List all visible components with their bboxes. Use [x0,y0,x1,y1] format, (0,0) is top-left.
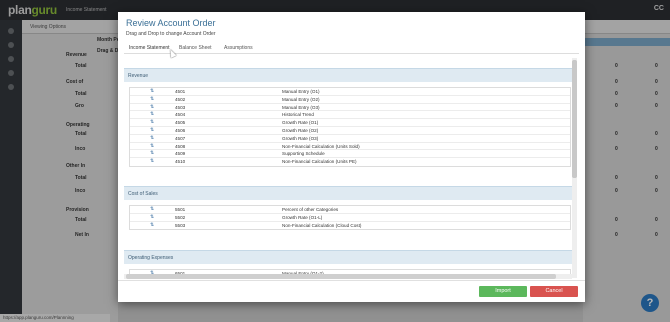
forecast-method: Supporting Schedule [282,151,325,157]
drag-handle-icon[interactable]: ⇅ [150,206,154,213]
account-row[interactable]: ⇅ 4508 Non-Financial Calculation (Units So… [130,143,570,151]
forecast-method: Growth Rate (O1) [282,120,319,126]
horizontal-scrollbar[interactable] [124,274,572,279]
account-code: 4504 [175,112,186,118]
account-row[interactable]: ⇅ 4504 Historical Trend [130,111,570,120]
section-title: Cost of Sales [128,191,158,197]
forecast-method: Historical Trend [282,112,314,118]
drag-handle-icon[interactable]: ⇅ [150,127,154,134]
tab-income-statement[interactable]: Income Statement [129,45,170,51]
forecast-method: Manual Entry (O1) [282,89,320,94]
account-table: ⇅ 4501 Manual Entry (O1) ⇅ 4502 Manual Entry … [129,87,571,167]
drag-handle-icon[interactable]: ⇅ [150,158,154,165]
tab-balance-sheet[interactable]: Balance Sheet [179,45,212,51]
forecast-method: Manual Entry (O3) [282,104,320,110]
account-table: ⇅ 5501 Percent of other Categories ⇅ 5502 Gro… [129,205,571,231]
section-title: Revenue [128,73,149,79]
forecast-method: Growth Rate (O2) [282,127,319,133]
forecast-method: Growth Rate (O1-L) [282,214,323,220]
forecast-method: Non-Financial Calculation (Units Sold) [282,143,360,149]
dialog-title: Review Account Order [126,18,216,28]
account-code: 4510 [175,159,186,165]
account-code: 5503 [175,222,186,228]
vertical-scroll-thumb[interactable] [572,60,577,178]
forecast-method: Manual Entry (O2) [282,96,320,102]
drag-handle-icon[interactable]: ⇅ [150,96,154,103]
account-row[interactable]: ⇅ 5502 Growth Rate (O1-L) [130,214,570,222]
account-code: 5501 [175,207,186,212]
drag-handle-icon[interactable]: ⇅ [150,104,154,111]
account-code: 4506 [175,127,186,133]
account-code: 4509 [175,151,186,157]
account-code: 4508 [175,143,186,149]
account-row[interactable]: ⇅ 5503 Non-Financial Calculation (Cloud Co… [130,222,570,230]
account-row[interactable]: ⇅ 4507 Growth Rate (O3) [130,135,570,143]
section-header: Cost of Sales [124,186,572,200]
drag-handle-icon[interactable]: ⇅ [150,111,154,118]
drag-handle-icon[interactable]: ⇅ [150,143,154,150]
section-title: Operating Expenses [128,255,174,261]
account-code: 4501 [175,89,186,94]
forecast-method: Non-Financial Calculation (Cloud Cost) [282,222,362,228]
account-row[interactable]: ⇅ 4501 Manual Entry (O1) [130,88,570,96]
drag-handle-icon[interactable]: ⇅ [150,119,154,126]
drag-handle-icon[interactable]: ⇅ [150,88,154,95]
drag-handle-icon[interactable]: ⇅ [150,150,154,157]
drag-handle-icon[interactable]: ⇅ [150,222,154,229]
account-row[interactable]: ⇅ 4506 Growth Rate (O2) [130,127,570,135]
account-row[interactable]: ⇅ 4502 Manual Entry (O2) [130,96,570,104]
drag-handle-icon[interactable]: ⇅ [150,214,154,221]
cancel-button[interactable]: Cancel [530,286,578,297]
vertical-scrollbar[interactable] [572,58,577,278]
account-row[interactable]: ⇅ 4503 Manual Entry (O3) [130,104,570,112]
review-account-order-dialog: Review Account Order Drag and Drop to ch… [118,12,585,302]
account-order-list[interactable]: Revenue ⇅ 4501 Manual Entry (O1) ⇅ 4502 Manual… [124,58,578,286]
account-code: 5502 [175,214,186,220]
forecast-method: Percent of other Categories [282,207,339,212]
account-code: 4507 [175,135,186,141]
tab-assumptions[interactable]: Assumptions [224,45,253,51]
account-code: 4503 [175,104,186,110]
forecast-method: Growth Rate (O3) [282,135,319,141]
dialog-subtitle: Drag and Drop to change Account Order [126,31,216,37]
dialog-tabs: Income Statement Balance Sheet Assumptio… [124,42,579,54]
account-row[interactable]: ⇅ 4509 Supporting Schedule [130,150,570,159]
account-code: 4502 [175,96,186,102]
section-header: Revenue [124,68,572,82]
account-row[interactable]: ⇅ 5501 Percent of other Categories [130,206,570,214]
import-button[interactable]: Import [479,286,527,297]
drag-handle-icon[interactable]: ⇅ [150,135,154,142]
forecast-method: Non-Financial Calculation (Units PE) [282,159,357,165]
dialog-footer-divider [118,280,585,281]
horizontal-scroll-thumb[interactable] [126,274,556,279]
account-row[interactable]: ⇅ 4510 Non-Financial Calculation (Units PE… [130,158,570,166]
account-row[interactable]: ⇅ 4505 Growth Rate (O1) [130,119,570,127]
account-code: 4505 [175,120,186,126]
section-header: Operating Expenses [124,250,572,264]
